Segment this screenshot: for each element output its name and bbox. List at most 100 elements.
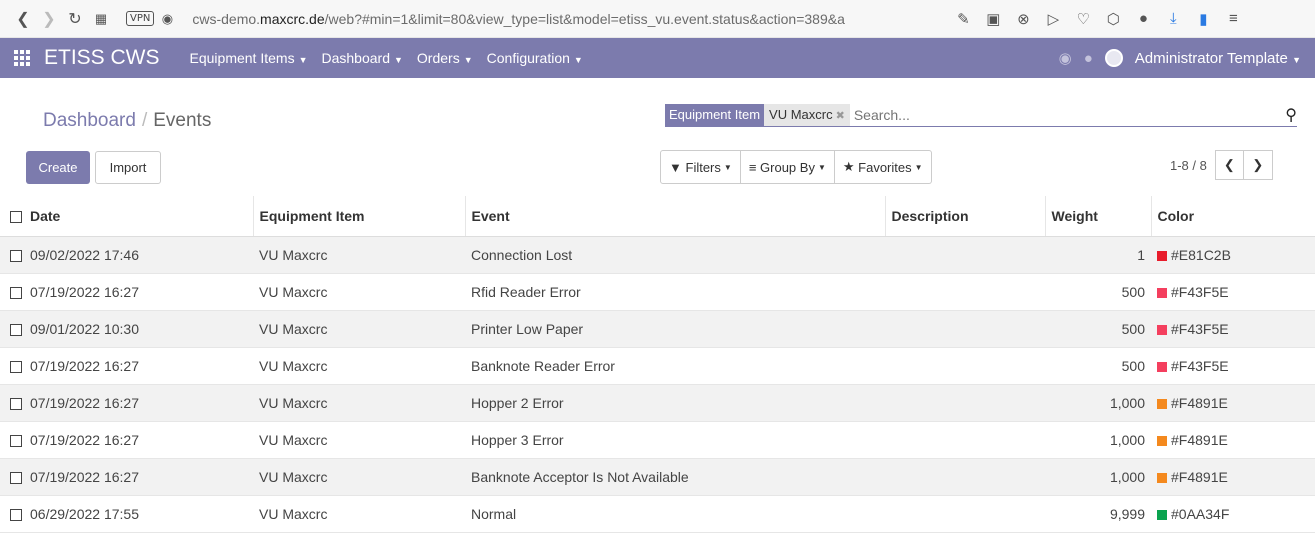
forward-icon[interactable]: ❯: [36, 6, 62, 32]
row-checkbox[interactable]: [10, 397, 22, 410]
cell-weight: 500: [1045, 347, 1151, 385]
row-checkbox[interactable]: [10, 323, 22, 336]
cell-weight: 9,999: [1045, 495, 1151, 533]
facet-category: Equipment Item: [665, 103, 765, 126]
row-checkbox[interactable]: [10, 249, 22, 262]
cell-weight: 500: [1045, 310, 1151, 348]
breadcrumb-dashboard[interactable]: Dashboard: [43, 110, 136, 131]
select-all-checkbox[interactable]: [10, 211, 22, 224]
cell-color: #F4891E: [1151, 458, 1315, 496]
cell-date: 07/19/2022 16:27: [0, 347, 253, 385]
row-checkbox[interactable]: [10, 434, 22, 447]
row-checkbox[interactable]: [10, 471, 22, 484]
list-icon: ≡: [748, 159, 757, 175]
cell-date: 07/19/2022 16:27: [0, 384, 253, 422]
search-input[interactable]: [853, 106, 1234, 123]
cell-equipment-item: VU Maxcrc: [253, 273, 465, 311]
table-row[interactable]: 07/19/2022 16:27 VU Maxcrc Banknote Accept…: [0, 458, 1315, 496]
cell-weight: 1,000: [1045, 384, 1151, 422]
profile-icon[interactable]: ●: [1131, 6, 1155, 32]
table-row[interactable]: 07/19/2022 16:27 VU Maxcrc Banknote Reader…: [0, 347, 1315, 385]
edit-icon[interactable]: ✎: [951, 6, 975, 32]
cell-weight: 1,000: [1045, 458, 1151, 496]
create-button[interactable]: Create: [26, 151, 90, 184]
menu-configuration[interactable]: Configuration ▼: [487, 50, 583, 66]
chat-icon[interactable]: ●: [1084, 50, 1093, 67]
cell-description: [885, 458, 1045, 496]
cell-event: Printer Low Paper: [465, 310, 885, 348]
pager-next-icon[interactable]: ❯: [1243, 150, 1273, 180]
vpn-badge[interactable]: VPN: [126, 11, 155, 26]
settings-sliders-icon[interactable]: ≡: [1221, 6, 1245, 32]
url-pre: cws-demo.: [192, 10, 261, 27]
search-options: ▼ Filters ▼ ≡ Group By ▼ ★ Favorites ▼: [660, 150, 932, 184]
cell-description: [885, 236, 1045, 274]
events-table: Date Equipment Item Event Description We…: [0, 196, 1315, 533]
apps-menu-icon[interactable]: [14, 50, 30, 66]
table-row[interactable]: 09/01/2022 10:30 VU Maxcrc Printer Low Pap…: [0, 310, 1315, 348]
remove-facet-icon[interactable]: ✖: [836, 110, 845, 122]
search-facet: Equipment Item VU Maxcrc ✖: [665, 103, 850, 126]
camera-icon[interactable]: ▣: [981, 6, 1005, 32]
cell-equipment-item: VU Maxcrc: [253, 310, 465, 348]
app-brand[interactable]: ETISS CWS: [44, 46, 160, 70]
filter-icon: ▼: [669, 159, 682, 175]
cell-date: 07/19/2022 16:27: [0, 273, 253, 311]
cell-color: #F43F5E: [1151, 347, 1315, 385]
cell-equipment-item: VU Maxcrc: [253, 421, 465, 459]
cube-icon[interactable]: ⬡: [1101, 6, 1125, 32]
row-checkbox[interactable]: [10, 286, 22, 299]
cell-date: 07/19/2022 16:27: [0, 458, 253, 496]
lock-icon[interactable]: ◉: [154, 6, 180, 32]
send-icon[interactable]: ▷: [1041, 6, 1065, 32]
download-icon[interactable]: ⤓: [1161, 6, 1185, 32]
table-row[interactable]: 09/02/2022 17:46 VU Maxcrc Connection Lost…: [0, 236, 1315, 274]
pager-value[interactable]: 1-8 / 8: [1170, 158, 1207, 173]
back-icon[interactable]: ❮: [10, 6, 36, 32]
col-date[interactable]: Date: [0, 196, 253, 237]
cell-event: Banknote Acceptor Is Not Available: [465, 458, 885, 496]
col-weight[interactable]: Weight: [1044, 196, 1151, 237]
table-row[interactable]: 07/19/2022 16:27 VU Maxcrc Hopper 2 Error 1…: [0, 384, 1315, 422]
avatar[interactable]: [1104, 49, 1123, 67]
block-icon[interactable]: ⊗: [1011, 6, 1035, 32]
cell-color: #F43F5E: [1151, 273, 1315, 311]
menu-orders[interactable]: Orders ▼: [417, 50, 473, 66]
table-row[interactable]: 07/19/2022 16:27 VU Maxcrc Rfid Reader Err…: [0, 273, 1315, 311]
battery-icon[interactable]: ▮: [1191, 6, 1215, 32]
menu-equipment-items[interactable]: Equipment Items ▼: [190, 50, 308, 66]
table-row[interactable]: 07/19/2022 16:27 VU Maxcrc Hopper 3 Error 1…: [0, 421, 1315, 459]
col-color[interactable]: Color: [1150, 196, 1315, 237]
col-event[interactable]: Event: [464, 196, 885, 237]
row-checkbox[interactable]: [10, 508, 22, 521]
star-icon: ★: [842, 159, 855, 174]
cell-equipment-item: VU Maxcrc: [253, 236, 465, 274]
heart-icon[interactable]: ♡: [1071, 6, 1095, 32]
pager: 1-8 / 8 ❮ ❯: [1170, 150, 1273, 180]
color-swatch: [1157, 435, 1167, 446]
group-by-button[interactable]: ≡ Group By ▼: [740, 150, 835, 184]
col-description[interactable]: Description: [884, 196, 1045, 237]
table-row[interactable]: 06/29/2022 17:55 VU Maxcrc Normal 9,999 #0AA…: [0, 495, 1315, 533]
address-bar[interactable]: cws-demo.maxcrc.de/web?#min=1&limit=80&v…: [192, 11, 947, 27]
breadcrumb: Dashboard / Events: [43, 110, 212, 131]
user-menu[interactable]: Administrator Template ▼: [1135, 50, 1301, 67]
cell-description: [885, 273, 1045, 311]
col-equipment-item[interactable]: Equipment Item: [252, 196, 465, 237]
import-button[interactable]: Import: [95, 151, 161, 184]
search-icon[interactable]: ⚲: [1285, 105, 1297, 125]
favorites-button[interactable]: ★ Favorites ▼: [834, 150, 932, 184]
reload-icon[interactable]: ↻: [62, 6, 88, 32]
pager-previous-icon[interactable]: ❮: [1214, 150, 1244, 180]
speed-dial-icon[interactable]: ▦: [88, 6, 114, 32]
color-swatch: [1157, 250, 1167, 261]
cell-equipment-item: VU Maxcrc: [253, 495, 465, 533]
color-swatch: [1157, 472, 1167, 483]
row-checkbox[interactable]: [10, 360, 22, 373]
cell-color: #F4891E: [1151, 384, 1315, 422]
activity-icon[interactable]: ◉: [1059, 49, 1072, 67]
menu-dashboard[interactable]: Dashboard ▼: [322, 50, 403, 66]
filters-button[interactable]: ▼ Filters ▼: [660, 150, 741, 184]
color-swatch: [1157, 398, 1167, 409]
cell-date: 09/01/2022 10:30: [0, 310, 253, 348]
